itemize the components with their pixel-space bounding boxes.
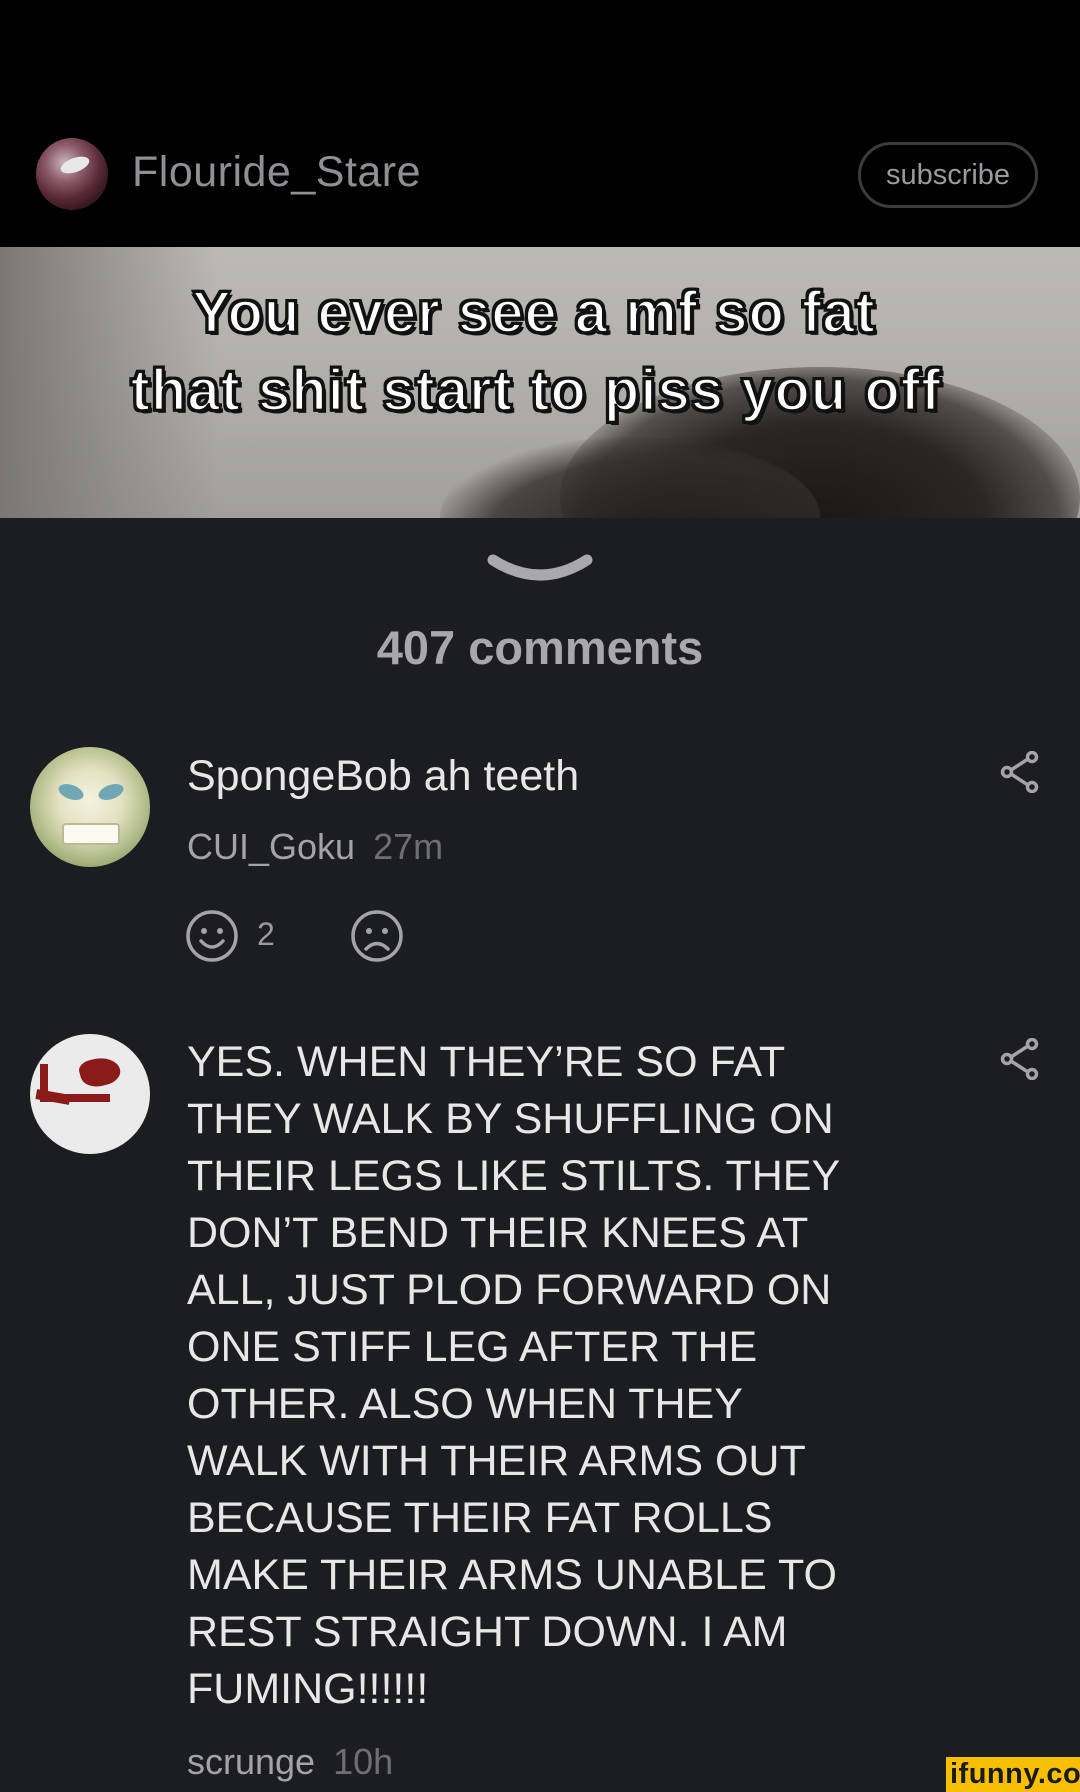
comment-avatar[interactable] xyxy=(30,747,150,867)
comment-text-line: THEY WALK BY SHUFFLING ON xyxy=(187,1095,834,1143)
comment-text-line: ONE STIFF LEG AFTER THE xyxy=(187,1323,758,1371)
meme-caption-line1: You ever see a mf so fat xyxy=(191,279,876,347)
comment-meta: scrunge 10h xyxy=(187,1741,393,1783)
post-header: Flouride_Stare subscribe xyxy=(0,0,1080,247)
comment-text-line: BECAUSE THEIR FAT ROLLS xyxy=(187,1494,773,1542)
frown-icon[interactable] xyxy=(350,909,404,963)
avatar-teeth xyxy=(62,823,120,845)
smile-icon[interactable] xyxy=(185,909,239,963)
chevron-down-icon[interactable] xyxy=(487,548,593,588)
comment-text-line: THEIR LEGS LIKE STILTS. THEY xyxy=(187,1152,841,1200)
comment-meta: CUI_Goku 27m xyxy=(187,826,443,868)
comment-text-line: DON’T BEND THEIR KNEES AT xyxy=(187,1209,809,1257)
channel-avatar[interactable] xyxy=(36,138,108,210)
avatar-eye xyxy=(96,780,126,804)
ifunny-watermark: ifunny.co xyxy=(946,1757,1080,1792)
meme-caption-line2: that shit start to piss you off xyxy=(129,357,942,425)
comment-avatar[interactable] xyxy=(30,1034,150,1154)
comment-text-line: OTHER. ALSO WHEN THEY xyxy=(187,1380,743,1428)
comment-time: 10h xyxy=(333,1741,394,1782)
share-icon[interactable] xyxy=(1000,1038,1040,1080)
comments-count: 407 comments xyxy=(376,621,704,674)
comment-text-line: ALL, JUST PLOD FORWARD ON xyxy=(187,1266,832,1314)
share-icon[interactable] xyxy=(1000,751,1040,793)
comment-text-line: WALK WITH THEIR ARMS OUT xyxy=(187,1437,806,1485)
comment-text-line: FUMING!!!!!! xyxy=(187,1665,429,1713)
comment-text: YES. WHEN THEY’RE SO FAT THEY WALK BY SH… xyxy=(187,1034,947,1718)
comment-username[interactable]: CUI_Goku xyxy=(187,826,355,867)
meme-image[interactable]: You ever see a mf so fat that shit start… xyxy=(0,247,1080,518)
subscribe-button[interactable]: subscribe xyxy=(858,142,1038,208)
channel-name[interactable]: Flouride_Stare xyxy=(132,148,421,197)
avatar-eye xyxy=(56,780,86,804)
comment-text: SpongeBob ah teeth xyxy=(187,752,580,800)
comment-text-line: MAKE THEIR ARMS UNABLE TO xyxy=(187,1551,837,1599)
smile-count: 2 xyxy=(257,916,275,952)
comment-time: 27m xyxy=(373,826,444,867)
comment-username[interactable]: scrunge xyxy=(187,1741,315,1782)
app-screen: Flouride_Stare subscribe You ever see a … xyxy=(0,0,1080,1792)
comment-text-line: YES. WHEN THEY’RE SO FAT xyxy=(187,1038,786,1086)
comment-text-line: REST STRAIGHT DOWN. I AM xyxy=(187,1608,788,1656)
